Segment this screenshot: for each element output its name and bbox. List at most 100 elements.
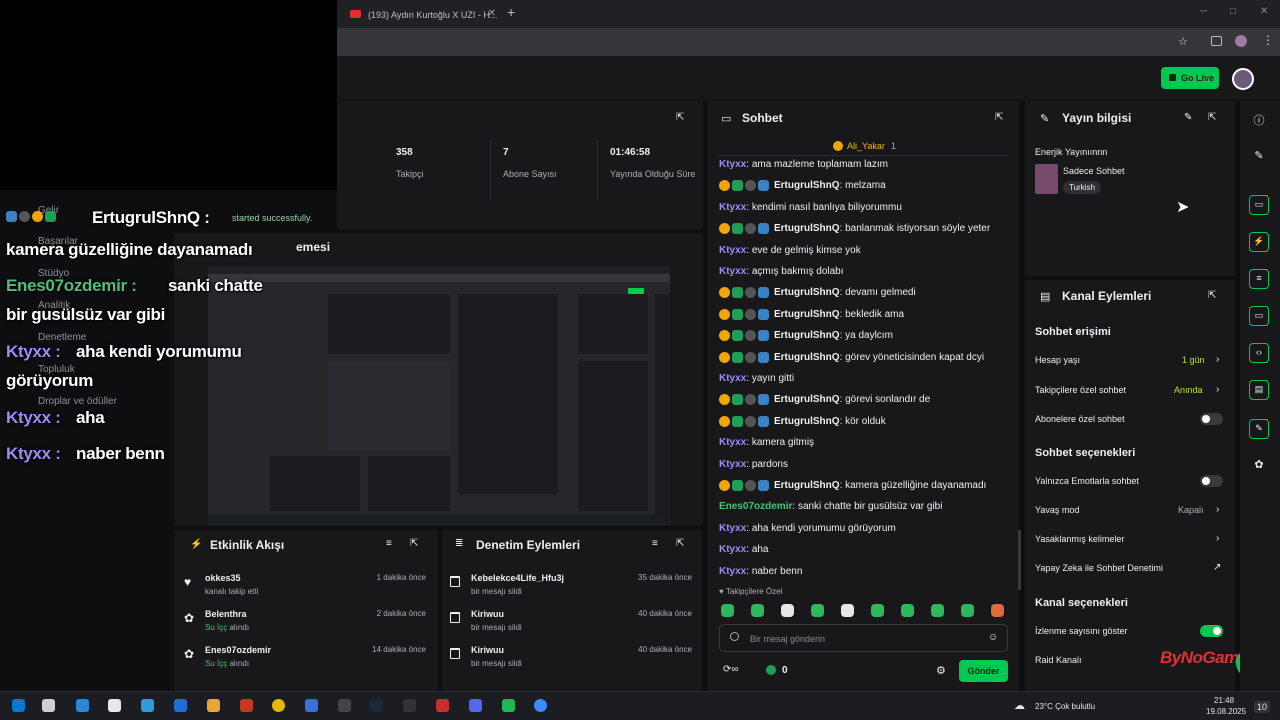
windows-start-icon[interactable] [12,699,25,712]
info-icon[interactable]: ⓘ [1252,112,1266,127]
popout-icon[interactable]: ⇱ [676,112,684,123]
mod-user[interactable]: Kiriwuu [471,609,504,619]
rail-rewards-icon[interactable]: ✿ [1252,458,1266,472]
chat-message[interactable]: ErtugrulShnQ: ya daylcım [719,330,893,341]
chat-username[interactable]: ErtugrulShnQ [774,352,840,363]
edit-icon[interactable]: ✎ [1184,112,1192,123]
minimize-icon[interactable]: ─ [1200,6,1207,17]
maximize-icon[interactable]: □ [1230,6,1236,17]
chat-message[interactable]: Ktyxx: naber benn [719,566,802,577]
go-live-button[interactable]: Go Live [1161,67,1219,89]
chat-message[interactable]: ErtugrulShnQ: kamera güzelliğine dayanam… [719,480,986,491]
emote-only-toggle[interactable] [1200,475,1223,487]
obs-icon[interactable] [403,699,416,712]
new-tab-button[interactable]: + [507,4,515,20]
subs-chat-toggle[interactable] [1200,413,1223,425]
chat-username[interactable]: ErtugrulShnQ [774,309,840,320]
discord-icon[interactable] [469,699,482,712]
notification-count[interactable]: 10 [1254,701,1271,713]
chat-message[interactable]: Ktyxx: eve de gelmiş kimse yok [719,245,861,256]
chat-message[interactable]: ErtugrulShnQ: banlanmak istiyorsan söyle… [719,223,990,234]
banned-words-label[interactable]: Yasaklanmış kelimeler [1035,534,1124,544]
chevron-right-icon[interactable]: › [1216,384,1219,395]
emote-icon[interactable] [871,604,884,617]
avatar[interactable] [1232,68,1254,90]
popout-icon[interactable]: ⇱ [995,112,1003,123]
profile-icon[interactable] [1235,35,1247,47]
chat-message[interactable]: Ktyxx: yayın gitti [719,373,794,384]
feed-user[interactable]: Belenthra [205,609,247,619]
chat-username[interactable]: ErtugrulShnQ [774,330,840,341]
chat-username[interactable]: Ktyxx [719,202,746,213]
edge-icon[interactable] [141,699,154,712]
popout-icon[interactable]: ⇱ [1208,112,1216,123]
chat-username[interactable]: Ktyxx [719,544,746,555]
chat-message[interactable]: Ktyxx: ama mazleme toplamam lazım [719,159,888,170]
chat-username[interactable]: ErtugrulShnQ [774,480,840,491]
account-age-label[interactable]: Hesap yaşı [1035,355,1080,365]
chat-message[interactable]: ErtugrulShnQ: melzama [719,180,886,192]
teams-icon[interactable] [305,699,318,712]
raid-label[interactable]: Raid Kanalı [1035,655,1082,665]
steam-icon[interactable] [370,699,383,712]
close-tab-icon[interactable]: ✕ [488,8,496,19]
mail-icon[interactable] [174,699,187,712]
chat-username[interactable]: ErtugrulShnQ [774,181,840,192]
chat-message[interactable]: Ktyxx: aha [719,544,769,555]
rail-mod-button[interactable]: ▤ [1249,380,1269,400]
chat-message[interactable]: Ktyxx: pardons [719,459,788,470]
chat-username[interactable]: Ktyxx [719,523,746,534]
clock-time[interactable]: 21:48 [1214,696,1234,705]
send-button[interactable]: Gönder [959,660,1008,682]
rail-code-button[interactable]: ‹› [1249,343,1269,363]
chevron-right-icon[interactable]: › [1216,533,1219,544]
opera-icon[interactable] [240,699,253,712]
chat-message[interactable]: ErtugrulShnQ: görev yöneticisinden kapat… [719,351,984,363]
chat-username[interactable]: Ktyxx [719,566,746,577]
popout-icon[interactable]: ⇱ [676,538,684,549]
stream-category[interactable]: Sadece Sohbet [1063,166,1125,176]
chat-message[interactable]: ErtugrulShnQ: kör olduk [719,415,886,427]
filter-icon[interactable]: ≡ [386,538,392,549]
emote-icon[interactable] [931,604,944,617]
chat-message[interactable]: Ktyxx: açmış bakmış dolabı [719,266,844,277]
pencil-icon[interactable]: ✎ [1252,149,1266,163]
chat-username[interactable]: Ktyxx [719,266,746,277]
epic-icon[interactable] [338,699,351,712]
emote-icon[interactable] [781,604,794,617]
emote-icon[interactable] [841,604,854,617]
browser-tab[interactable]: (193) Aydın Kurtoğlu X UZI - H... ✕ [342,3,502,25]
pinned-user[interactable]: Ali_Yakar [847,141,885,151]
chat-username[interactable]: Ktyxx [719,373,746,384]
rail-stream-button[interactable]: ▭ [1249,195,1269,215]
chat-username[interactable]: Enes07ozdemir [719,501,792,512]
bookmark-star-icon[interactable]: ☆ [1178,35,1188,48]
chat-username[interactable]: Ktyxx [719,245,746,256]
chat-message[interactable]: ErtugrulShnQ: bekledik ama [719,308,904,320]
weather-text[interactable]: 23°C Çok bulutlu [1035,702,1095,711]
popout-icon[interactable]: ⇱ [410,538,418,549]
emote-icon[interactable] [811,604,824,617]
spotify-icon[interactable] [502,699,515,712]
rail-lightning-button[interactable]: ⚡ [1249,232,1269,252]
chat-username[interactable]: Ktyxx [719,159,746,170]
emote-icon[interactable] [991,604,1004,617]
gear-icon[interactable]: ⚙ [936,664,946,677]
mod-user[interactable]: Kebelekce4Life_Hfu3j [471,573,564,583]
store-icon[interactable] [108,699,121,712]
emote-icon[interactable] [961,604,974,617]
emote-picker-icon[interactable]: ☺ [988,632,998,643]
stream-preview-video[interactable] [208,266,670,525]
loop-icon[interactable]: ⟳∞ [723,664,739,675]
emote-icon[interactable] [901,604,914,617]
chrome-icon[interactable] [272,699,285,712]
media-icon[interactable] [1211,36,1222,46]
chat-username[interactable]: ErtugrulShnQ [774,288,840,299]
external-link-icon[interactable]: ↗ [1213,562,1221,573]
explorer-icon[interactable] [207,699,220,712]
slow-mode-label[interactable]: Yavaş mod [1035,505,1079,515]
filter-icon[interactable]: ≡ [652,538,658,549]
ai-mod-label[interactable]: Yapay Zeka ile Sohbet Denetimi [1035,563,1163,573]
chat-message[interactable]: ErtugrulShnQ: devamı gelmedi [719,287,916,299]
feed-user[interactable]: okkes35 [205,573,241,583]
